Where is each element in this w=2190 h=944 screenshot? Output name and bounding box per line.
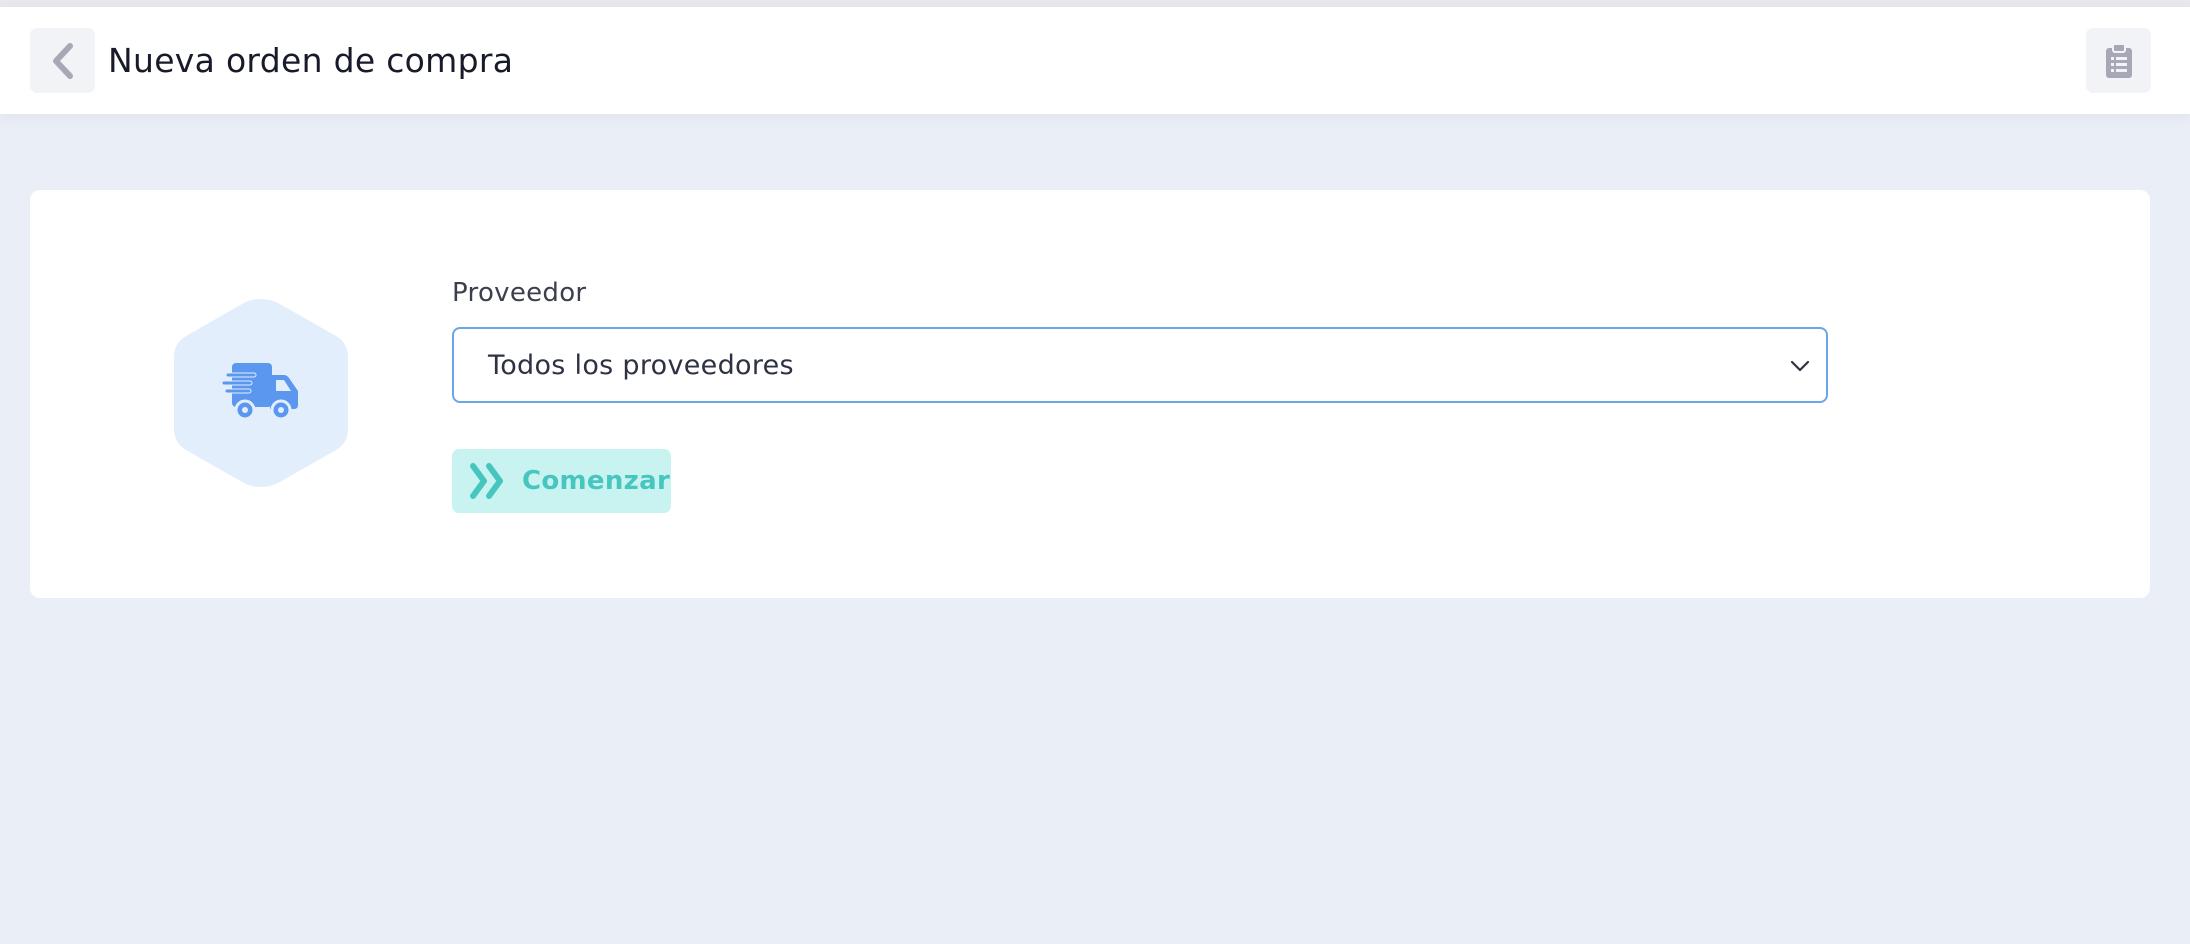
top-divider	[0, 0, 2190, 7]
chevron-down-icon	[1790, 360, 1810, 372]
provider-select[interactable]: Todos los proveedores	[452, 327, 1828, 403]
chevron-left-icon	[52, 42, 73, 79]
page-title: Nueva orden de compra	[108, 41, 514, 80]
clipboard-button[interactable]	[2086, 28, 2151, 93]
clipboard-list-icon	[2105, 42, 2132, 78]
start-button[interactable]: Comenzar	[452, 449, 671, 513]
provider-label: Proveedor	[452, 278, 587, 308]
provider-hex-badge	[170, 295, 352, 491]
start-button-label: Comenzar	[522, 466, 671, 496]
double-chevron-right-icon	[470, 463, 503, 499]
back-button[interactable]	[30, 28, 95, 93]
page-header: Nueva orden de compra	[0, 7, 2190, 114]
provider-select-value: Todos los proveedores	[488, 349, 794, 381]
